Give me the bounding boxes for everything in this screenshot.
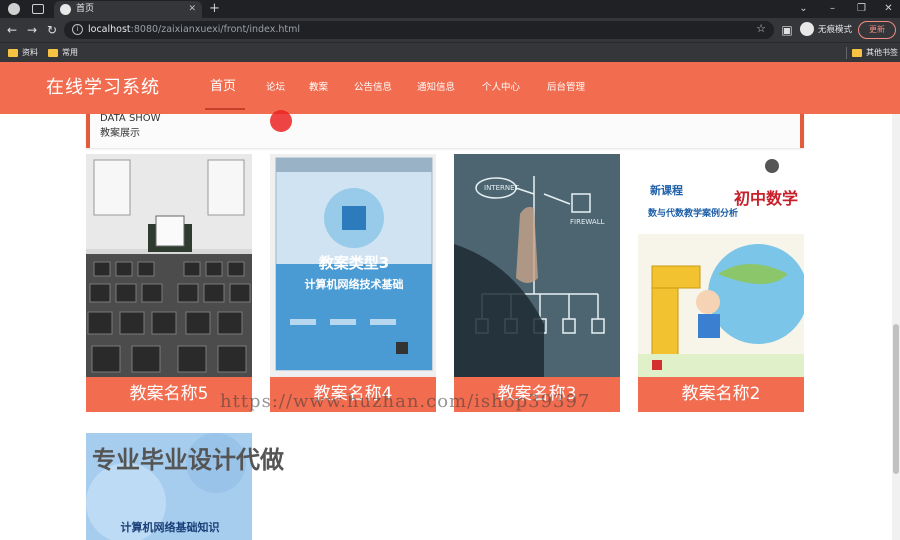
lesson-card[interactable]: INTERNET FIREWALL 教案名称3 [454,154,620,412]
bookmark-folder-changyong[interactable]: 常用 [48,46,78,60]
update-button[interactable]: 更新 [858,21,896,39]
bookmark-other[interactable]: 其他书签 [852,46,898,60]
section-title-cn: 教案展示 [100,128,140,139]
nav-active-indicator [205,108,245,110]
back-arrow-icon[interactable]: ← [5,23,19,37]
incognito-icon [800,22,814,36]
computer-lab-image [86,154,252,377]
forward-arrow-icon[interactable]: → [25,23,39,37]
nav-announcements[interactable]: 公告信息 [354,80,392,96]
bookmarks-bar: 资料 常用 其他书签 [0,42,900,62]
window-close-icon[interactable]: ✕ [882,2,895,15]
watermark-url: https://www.huzhan.com/ishop39397 [220,391,591,412]
nav-lesson-plans[interactable]: 教案 [309,80,328,96]
lesson-card[interactable]: 教案名称5 [86,154,252,412]
incognito-label: 无痕模式 [818,25,853,35]
info-icon[interactable]: i [72,24,83,35]
nav-notices[interactable]: 通知信息 [417,80,455,96]
bookmark-star-icon[interactable]: ☆ [756,22,766,35]
minimize-icon[interactable]: – [826,2,839,15]
cover-title: 初中数学 [734,189,798,208]
cover-tag: 新课程 [650,183,683,197]
bookmark-folder-ziliao[interactable]: 资料 [8,46,38,60]
page-scrollbar[interactable] [892,114,900,540]
browser-menu-icon[interactable] [8,3,20,15]
browser-tab-active[interactable]: 首页 ✕ [54,1,202,18]
math-book-cover-image: 新课程 初中数学 数与代数教学案例分析 [638,154,804,377]
site-brand[interactable]: 在线学习系统 [46,76,160,100]
bookmarks-divider [846,47,847,59]
site-navbar: 在线学习系统 首页 论坛 教案 公告信息 通知信息 个人中心 后台管理 [0,62,900,114]
nav-admin[interactable]: 后台管理 [547,80,585,96]
url-text[interactable]: localhost:8080/zaixianxuexi/front/index.… [88,23,300,37]
folder-icon [852,49,862,57]
section-header: DATA SHOW 教案展示 [86,112,804,148]
lesson-thumbnail[interactable]: 教案类型3 计算机网络技术基础 [270,154,436,377]
diagram-label-firewall: FIREWALL [570,218,605,226]
scrollbar-thumb[interactable] [893,324,899,474]
network-diagram-image: INTERNET FIREWALL [454,154,620,377]
folder-icon [48,49,58,57]
close-icon[interactable]: ✕ [188,3,196,16]
chevron-down-icon[interactable]: ⌄ [797,2,810,15]
nav-home[interactable]: 首页 [210,76,236,98]
book-subtitle: 计算机网络技术基础 [305,277,404,291]
cover-subtitle: 数与代数教学案例分析 [648,207,738,219]
lesson-thumbnail[interactable]: INTERNET FIREWALL [454,154,620,377]
lesson-thumbnail[interactable] [86,154,252,377]
globe-icon [60,4,71,15]
mouse-cursor-indicator [270,110,292,132]
nav-personal-center[interactable]: 个人中心 [482,80,520,96]
lesson-caption[interactable]: 教案名称2 [638,377,804,412]
lesson-card[interactable]: 新课程 初中数学 数与代数教学案例分析 教案名称2 [638,154,804,412]
textbook-cover-image: 教案类型3 计算机网络技术基础 [270,154,436,377]
reload-icon[interactable]: ↻ [45,23,59,37]
sidepanel-icon[interactable]: ▣ [780,23,794,37]
lesson-thumbnail[interactable]: 新课程 初中数学 数与代数教学案例分析 [638,154,804,377]
diagram-label-internet: INTERNET [484,184,520,192]
lesson-card[interactable]: 教案类型3 计算机网络技术基础 教案名称4 [270,154,436,412]
browser-tabbar: 首页 ✕ + ⌄ – ❐ ✕ [0,0,900,18]
page-content: 在线学习系统 首页 论坛 教案 公告信息 通知信息 个人中心 后台管理 DATA… [0,62,900,540]
browser-toolbar: ← → ↻ i localhost:8080/zaixianxuexi/fron… [0,18,900,42]
tab-title: 首页 [76,4,95,14]
promo-overlay-text: 专业毕业设计代做 [92,446,284,474]
address-bar[interactable]: i localhost:8080/zaixianxuexi/front/inde… [64,21,774,39]
folder-icon [8,49,18,57]
section-title-en: DATA SHOW [100,113,161,124]
book-title: 教案类型3 [318,254,389,272]
new-tab-button[interactable]: + [209,1,220,16]
restore-icon[interactable]: ❐ [855,2,868,15]
tab-search-icon[interactable] [32,4,44,14]
second-row-book-title: 计算机网络基础知识 [121,520,220,534]
nav-forum[interactable]: 论坛 [266,80,285,96]
